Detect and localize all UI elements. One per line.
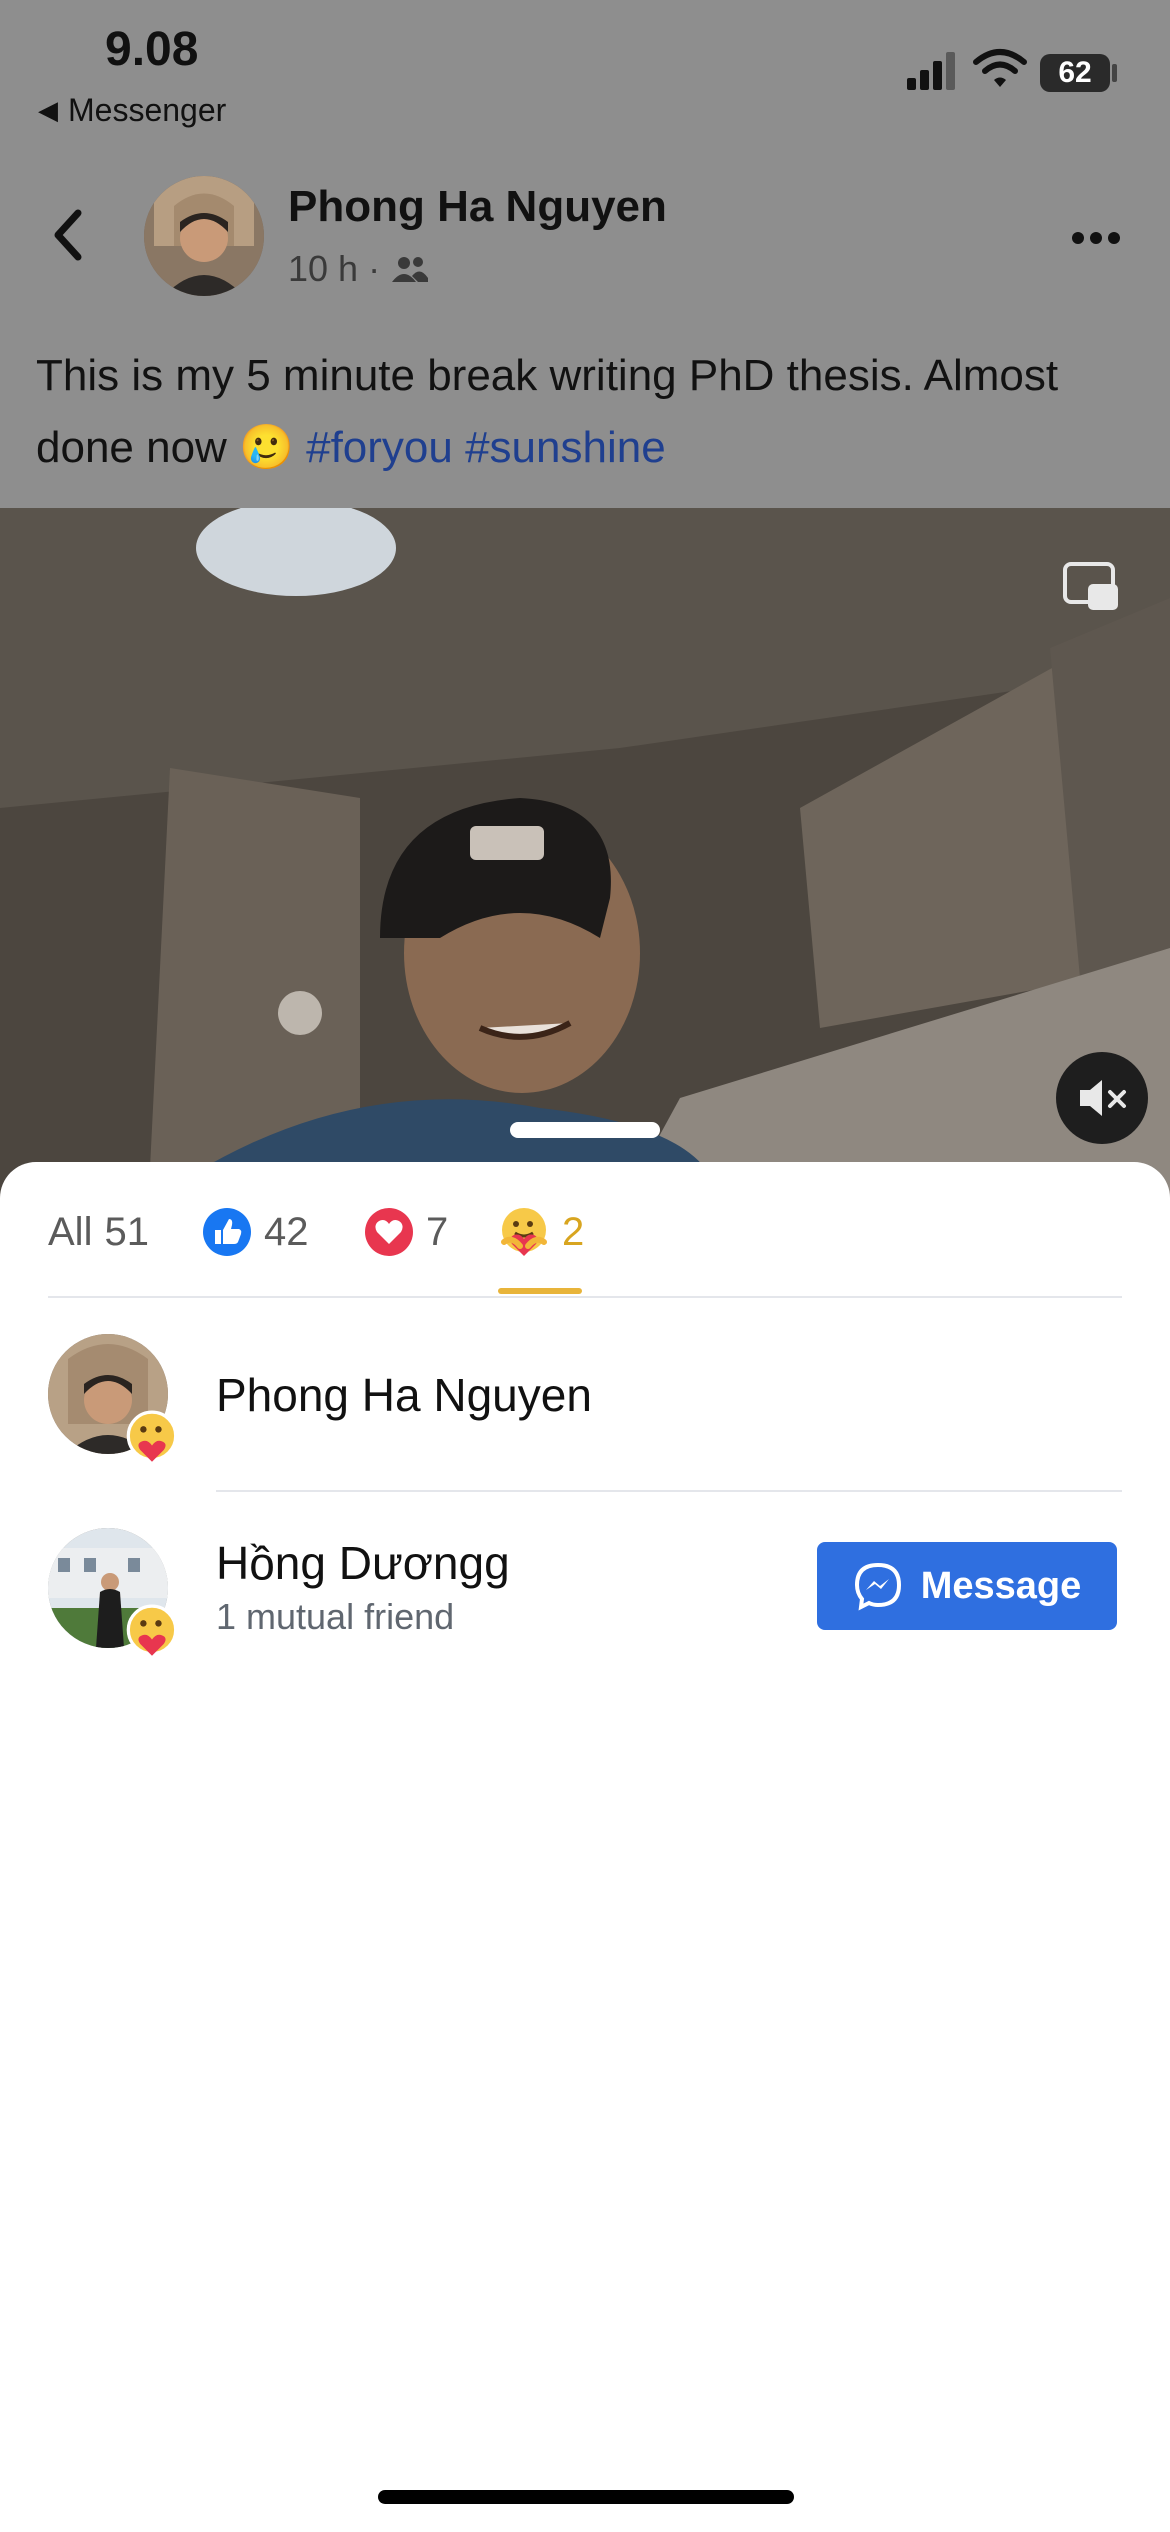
care-icon — [501, 1208, 547, 1256]
mute-toggle-button[interactable] — [1056, 1052, 1148, 1144]
caption-emoji: 🥲 — [239, 423, 294, 472]
love-icon — [365, 1208, 413, 1256]
mutual-friends: 1 mutual friend — [216, 1596, 455, 1637]
tab-care[interactable]: 2 — [498, 1192, 584, 1272]
status-time: 9.08 — [105, 23, 199, 76]
reaction-tabs: All 51 42 7 2 — [48, 1192, 1122, 1296]
back-chevron-icon[interactable] — [48, 205, 88, 265]
sheet-drag-handle[interactable] — [510, 1122, 660, 1138]
battery-indicator: 62 — [1040, 54, 1110, 92]
author-avatar[interactable] — [144, 176, 264, 296]
message-button[interactable]: Message — [817, 1542, 1117, 1630]
picture-in-picture-icon[interactable] — [1062, 558, 1122, 618]
tab-all-label: All — [48, 1209, 93, 1254]
home-indicator[interactable] — [378, 2490, 794, 2504]
friends-audience-icon — [392, 257, 429, 282]
tab-love-count: 7 — [426, 1209, 449, 1254]
caption-hashtags[interactable]: #foryou #sunshine — [306, 423, 666, 472]
wifi-icon — [973, 49, 1027, 87]
post-caption: This is my 5 minute break writing PhD th… — [36, 340, 1136, 484]
more-options-icon[interactable] — [1068, 218, 1124, 258]
messenger-icon — [854, 1562, 901, 1611]
care-reaction-badge-icon — [126, 1410, 178, 1462]
post-time: 10 h — [288, 248, 359, 289]
reactor-name[interactable]: Hồng Dươngg — [216, 1536, 510, 1590]
cellular-signal-icon — [907, 52, 955, 90]
speaker-muted-icon — [1080, 1080, 1126, 1116]
active-tab-indicator — [498, 1288, 582, 1294]
care-reaction-badge-icon — [126, 1604, 178, 1656]
tab-care-count: 2 — [562, 1209, 585, 1254]
post-author-name[interactable]: Phong Ha Nguyen — [288, 182, 667, 232]
back-app-label: Messenger — [68, 92, 227, 128]
back-to-messenger[interactable]: ◀ Messenger — [38, 92, 226, 129]
tab-like[interactable]: 42 — [202, 1192, 309, 1272]
like-icon — [203, 1208, 251, 1256]
tab-love[interactable]: 7 — [364, 1192, 448, 1272]
meta-dot: · — [368, 248, 381, 289]
tabs-divider — [48, 1296, 1122, 1298]
battery-nub — [1112, 64, 1117, 82]
tab-like-count: 42 — [264, 1209, 309, 1254]
reactor-name[interactable]: Phong Ha Nguyen — [216, 1368, 592, 1422]
tab-all-count: 51 — [104, 1209, 149, 1254]
back-triangle-icon: ◀ — [38, 95, 58, 125]
message-button-label: Message — [920, 1564, 1082, 1607]
row-divider — [216, 1490, 1122, 1492]
post-meta: 10 h · — [288, 248, 430, 290]
tab-all[interactable]: All 51 — [48, 1192, 149, 1272]
post-video[interactable] — [0, 508, 1170, 1210]
